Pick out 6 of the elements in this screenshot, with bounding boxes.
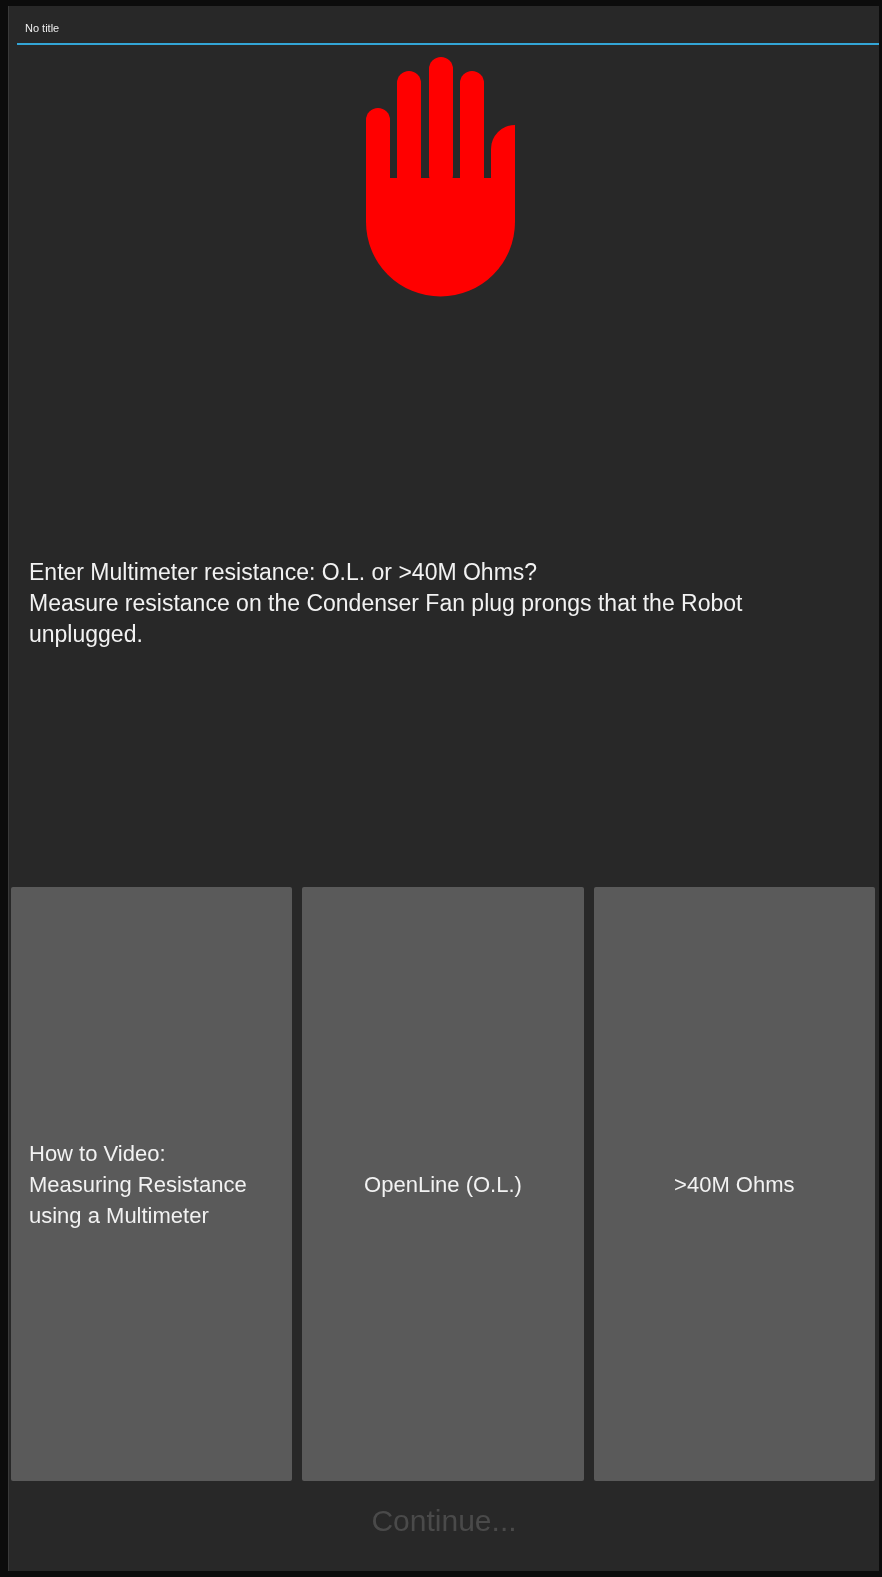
option-button[interactable]: How to Video: Measuring Resistance using a Multimeter	[11, 887, 293, 1481]
instruction-text: Measure resistance on the Condenser Fan plug prongs that the Robot unplugged.	[29, 589, 744, 649]
option-button[interactable]: OpenLine (O.L.)	[302, 887, 584, 1481]
window-title: No title	[17, 6, 879, 45]
instruction-text: Enter Multimeter resistance: O.L. or >40M Ohms?	[29, 558, 539, 587]
option-button[interactable]: >40M Ohms	[593, 887, 875, 1481]
